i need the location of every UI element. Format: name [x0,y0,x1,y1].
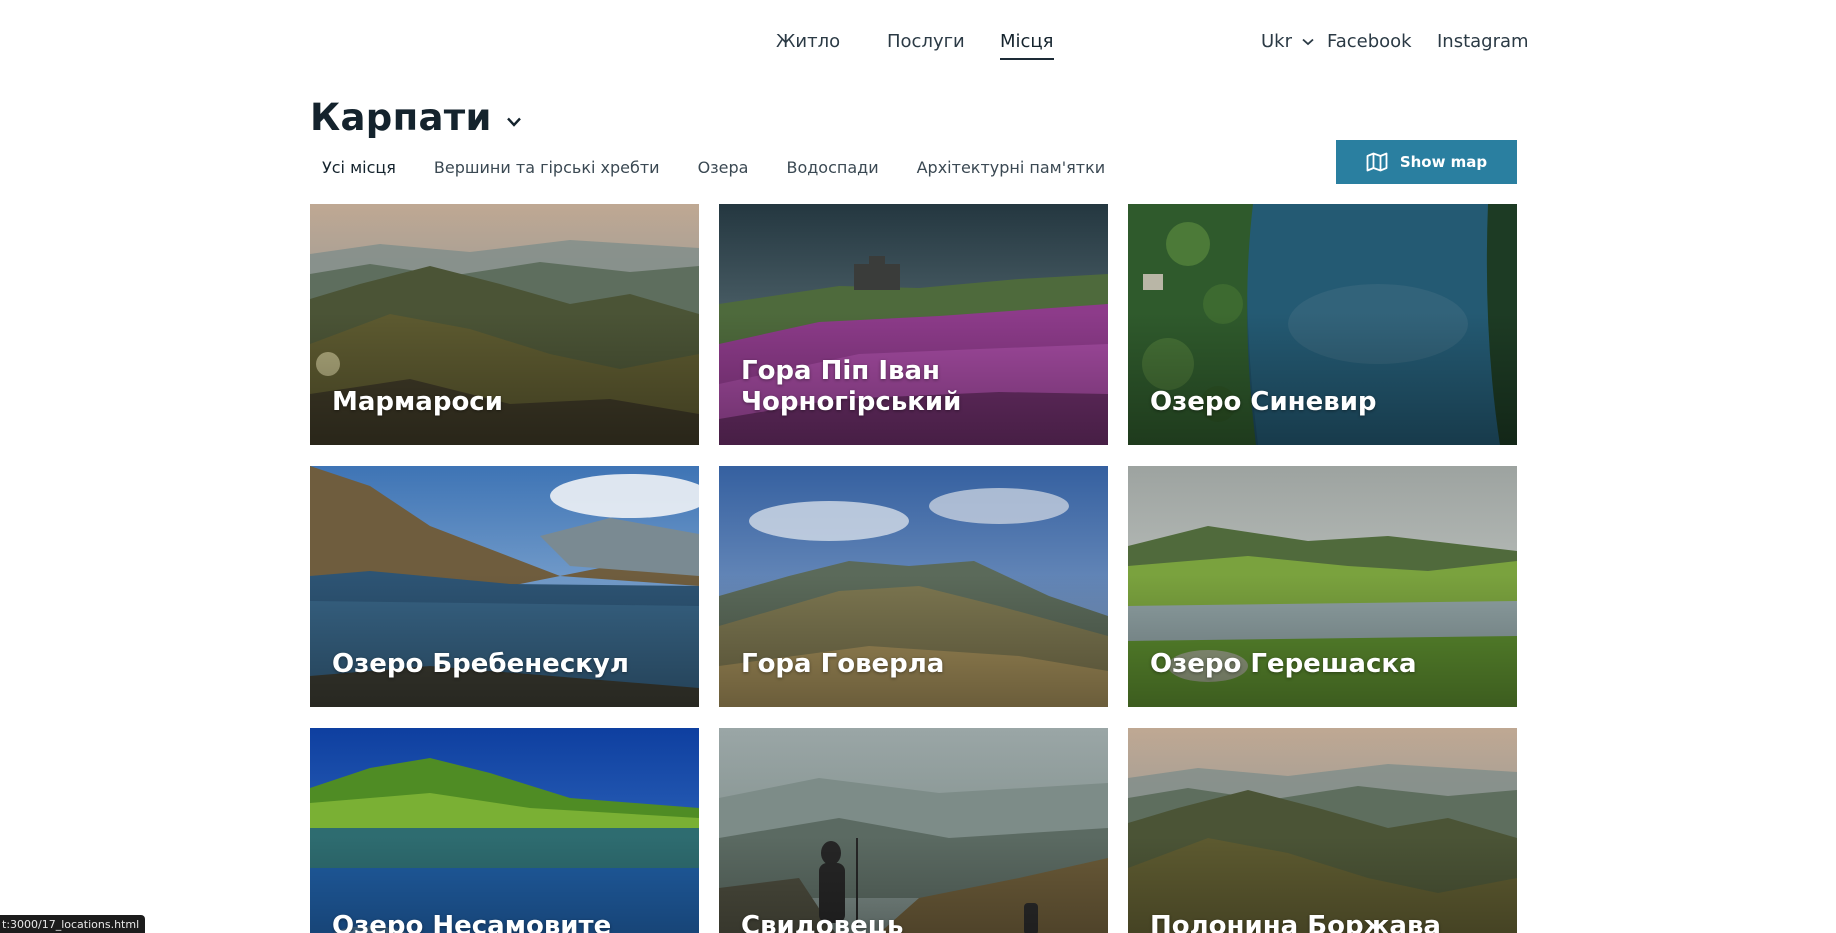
language-selector[interactable]: Ukr [1261,31,1314,52]
place-card[interactable]: Озеро Бребенескул [310,466,699,707]
top-navigation: Житло Послуги Місця Ukr Facebook Instagr… [0,0,1836,90]
region-selector[interactable]: Карпати [310,96,522,139]
place-card[interactable]: Полонина Боржава [1128,728,1517,933]
show-map-label: Show map [1399,153,1488,171]
instagram-link[interactable]: Instagram [1437,31,1529,58]
place-title: Озеро Несамовите [332,911,612,933]
show-map-button[interactable]: Show map [1336,140,1517,184]
place-card[interactable]: Гора Говерла [719,466,1108,707]
chevron-down-icon [506,117,521,127]
place-card[interactable]: Озеро Герешаска [1128,466,1517,707]
place-title: Озеро Герешаска [1150,649,1417,679]
place-card[interactable]: Озеро Синевир [1128,204,1517,445]
place-title: Гора Піп Іван Чорногірський [741,356,962,417]
place-title: Мармароси [332,387,503,417]
place-card[interactable]: Мармароси [310,204,699,445]
place-title: Озеро Бребенескул [332,649,629,679]
chevron-down-icon [1302,38,1314,45]
place-title: Гора Говерла [741,649,945,679]
places-grid: Мармароси Гора Піп Іван Чорногірський Оз… [310,204,1518,933]
filter-all-places[interactable]: Усі місця [310,156,408,183]
map-icon [1366,152,1388,172]
page-title: Карпати [310,96,492,139]
place-card[interactable]: Свидовець [719,728,1108,933]
place-title: Свидовець [741,911,904,933]
place-card[interactable]: Озеро Несамовите [310,728,699,933]
nav-link-services[interactable]: Послуги [887,31,965,58]
nav-link-places[interactable]: Місця [1000,31,1054,60]
language-label: Ukr [1261,31,1292,52]
place-title: Озеро Синевир [1150,387,1377,417]
nav-link-housing[interactable]: Житло [776,31,840,58]
filter-waterfalls[interactable]: Водоспади [774,156,890,183]
place-title: Полонина Боржава [1150,911,1441,933]
filter-architecture[interactable]: Архітектурні пам'ятки [905,156,1118,183]
facebook-link[interactable]: Facebook [1327,31,1412,58]
category-filters: Усі місця Вершини та гірські хребти Озер… [310,156,1117,183]
filter-peaks-ridges[interactable]: Вершини та гірські хребти [422,156,672,183]
place-card[interactable]: Гора Піп Іван Чорногірський [719,204,1108,445]
status-bar-url: t:3000/17_locations.html [0,915,146,933]
filter-lakes[interactable]: Озера [686,156,761,183]
